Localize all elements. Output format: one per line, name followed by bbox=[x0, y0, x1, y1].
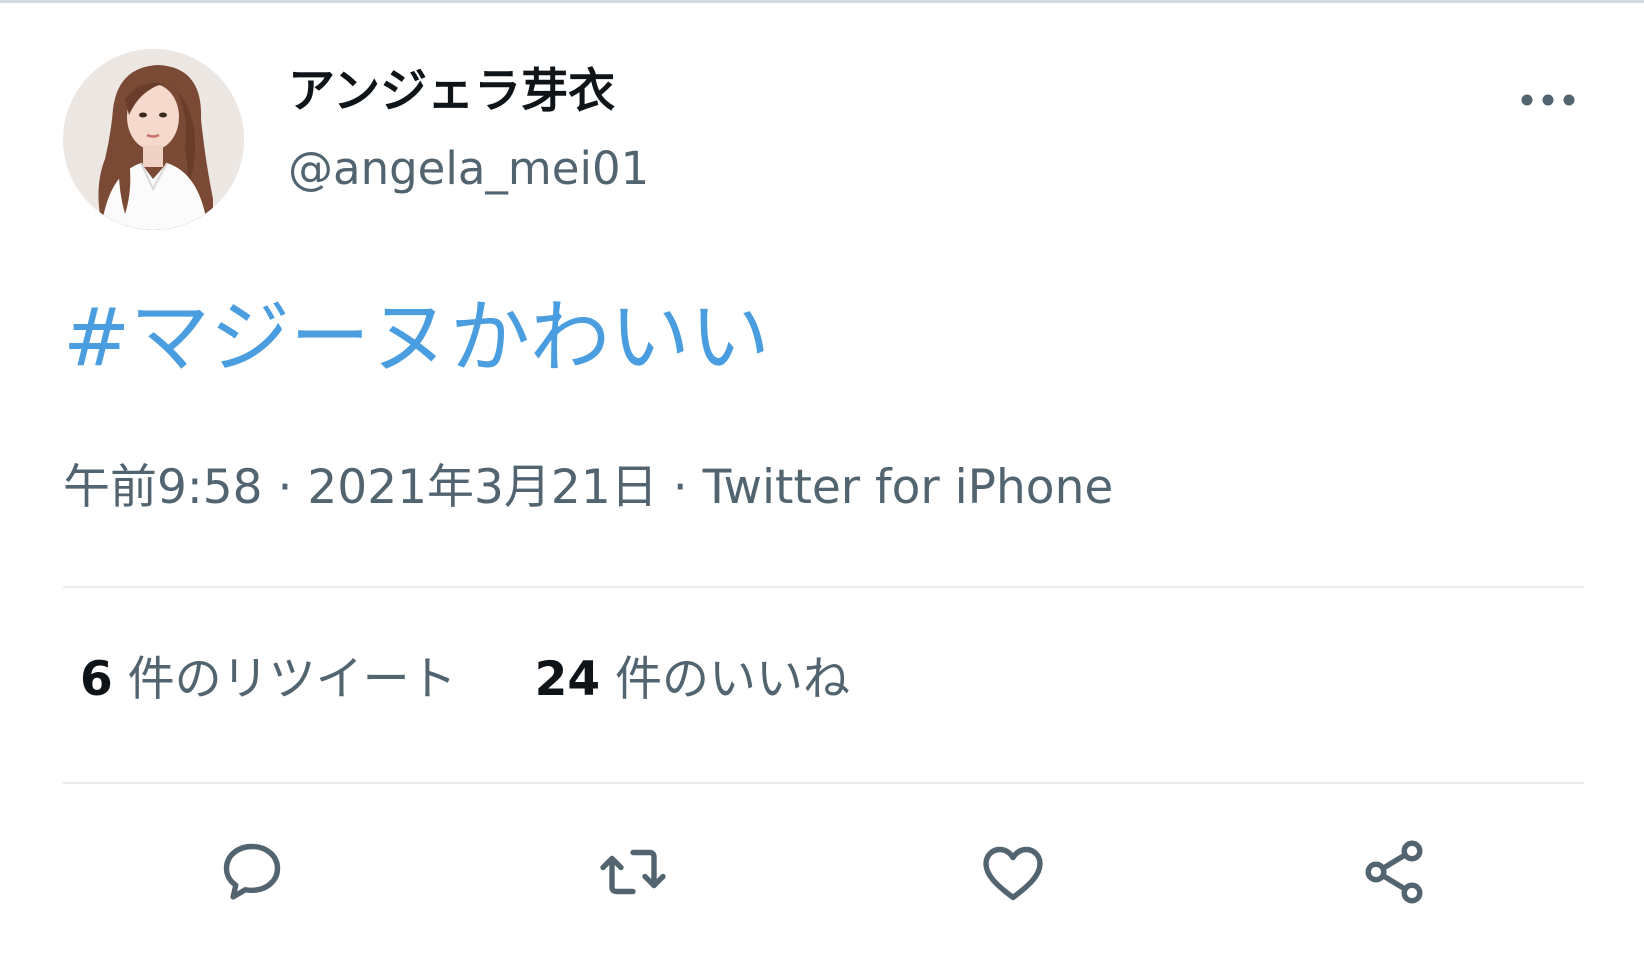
meta-separator: · bbox=[277, 460, 293, 515]
retweet-button[interactable] bbox=[593, 832, 673, 912]
share-icon bbox=[1365, 840, 1423, 904]
like-button[interactable] bbox=[973, 832, 1053, 912]
likes-stat[interactable]: 24 件のいいね bbox=[535, 652, 850, 708]
author-handle[interactable]: @angela_mei01 bbox=[288, 142, 649, 196]
more-options-button[interactable] bbox=[1510, 78, 1586, 122]
tweet-stats: 6 件のリツイート 24 件のいいね bbox=[80, 652, 850, 708]
reply-bubble-icon bbox=[223, 843, 281, 900]
top-divider bbox=[0, 0, 1644, 3]
likes-label: 件のいいね bbox=[615, 652, 851, 707]
avatar-image bbox=[63, 49, 244, 230]
hashtag-link[interactable]: #マジーヌかわいい bbox=[63, 291, 770, 384]
retweets-count: 6 bbox=[80, 652, 113, 707]
avatar[interactable] bbox=[63, 49, 244, 230]
retweets-stat[interactable]: 6 件のリツイート bbox=[80, 652, 457, 708]
tweet-date: 2021年3月21日 bbox=[307, 460, 658, 515]
share-button[interactable] bbox=[1354, 832, 1434, 912]
divider bbox=[63, 782, 1584, 784]
more-horizontal-icon bbox=[1521, 94, 1575, 106]
tweet-source[interactable]: Twitter for iPhone bbox=[703, 460, 1114, 515]
tweet-text: #マジーヌかわいい bbox=[63, 290, 770, 386]
retweets-label: 件のリツイート bbox=[127, 652, 457, 707]
tweet-metadata: 午前9:58 · 2021年3月21日 · Twitter for iPhone bbox=[63, 460, 1113, 516]
likes-count: 24 bbox=[534, 652, 601, 707]
retweet-arrows-icon bbox=[600, 849, 666, 895]
author-display-name[interactable]: アンジェラ芽衣 bbox=[288, 64, 615, 120]
reply-button[interactable] bbox=[212, 832, 292, 912]
heart-icon bbox=[983, 846, 1043, 901]
tweet-time: 午前9:58 bbox=[63, 460, 263, 515]
divider bbox=[63, 586, 1584, 588]
meta-separator: · bbox=[672, 460, 688, 515]
